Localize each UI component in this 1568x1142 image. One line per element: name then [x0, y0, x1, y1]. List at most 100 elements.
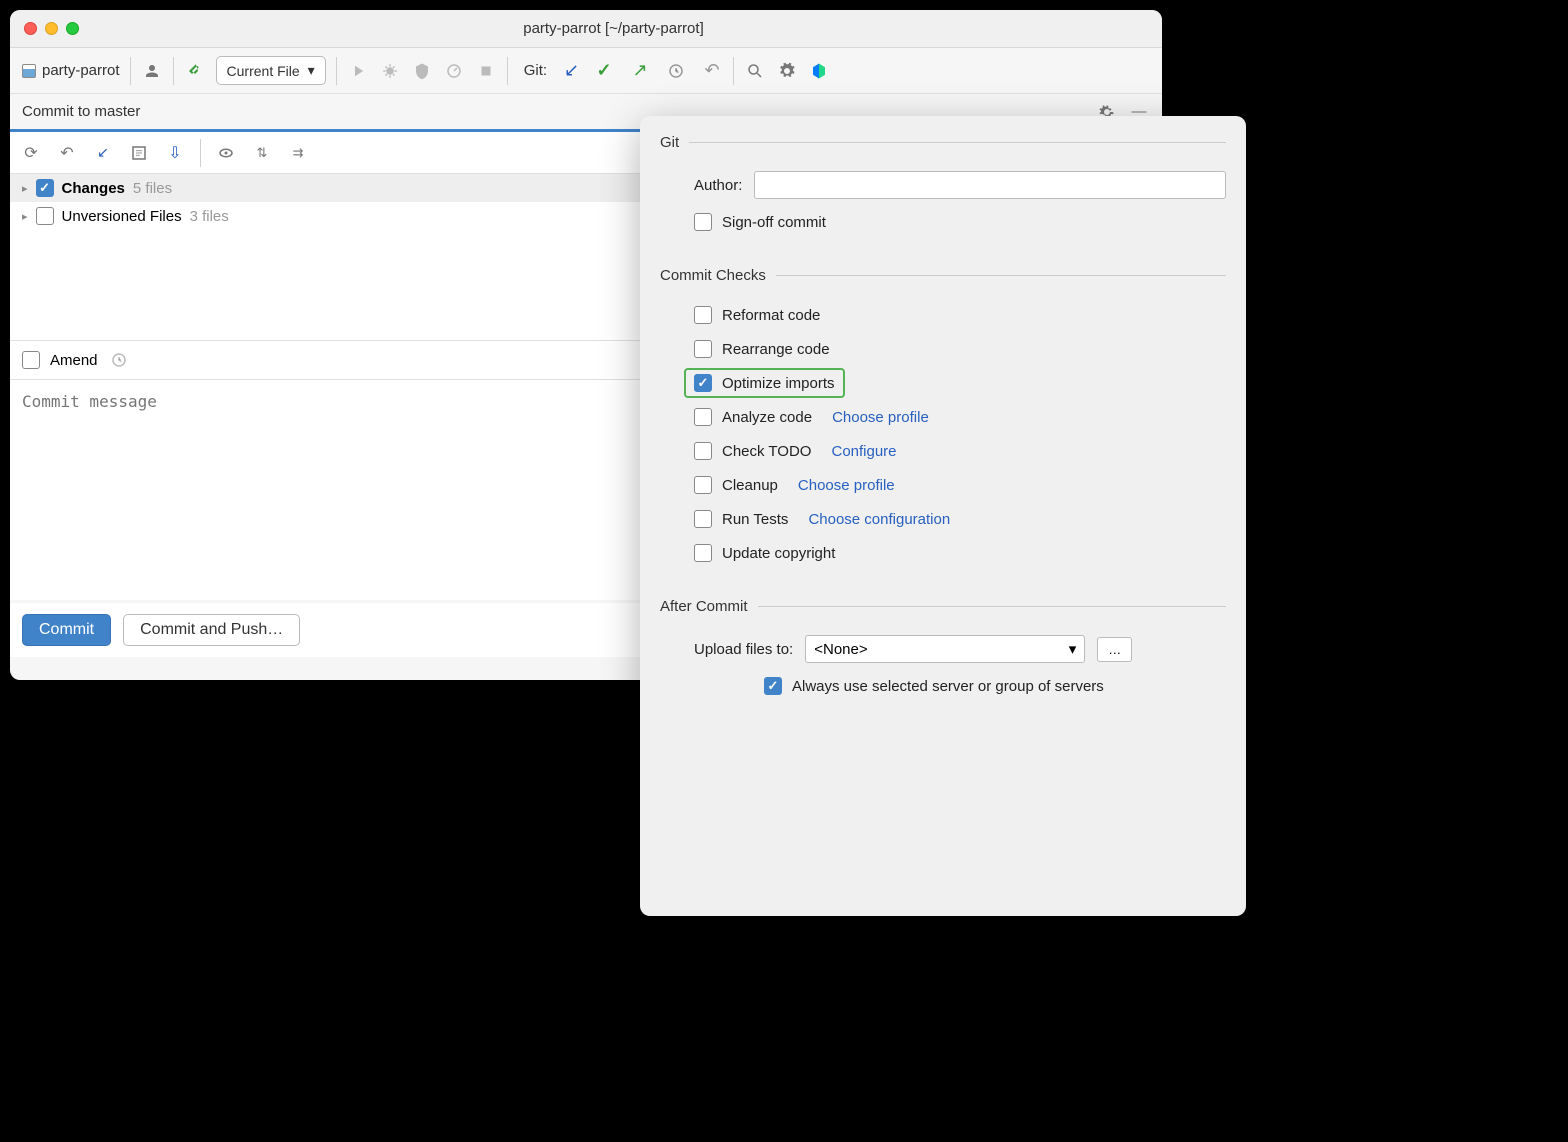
browse-button[interactable]: … [1097, 637, 1132, 662]
expand-icon[interactable]: ⇅ [251, 142, 273, 164]
checks-section-title: Commit Checks [660, 267, 766, 284]
git-section-header: Git [660, 134, 1226, 151]
todo-label: Check TODO [722, 443, 811, 460]
project-selector[interactable]: party-parrot [22, 62, 120, 79]
commit-panel-title: Commit to master [22, 103, 140, 120]
expand-icon[interactable]: ▸ [22, 182, 28, 195]
minimize-window-button[interactable] [45, 22, 58, 35]
copyright-label: Update copyright [722, 545, 835, 562]
copyright-checkbox[interactable] [694, 544, 712, 562]
window-title: party-parrot [~/party-parrot] [79, 20, 1148, 37]
optimize-label: Optimize imports [722, 375, 835, 392]
git-commit-icon[interactable]: ✓ [593, 60, 615, 82]
titlebar: party-parrot [~/party-parrot] [10, 10, 1162, 48]
after-section-title: After Commit [660, 598, 748, 615]
stop-button[interactable] [475, 60, 497, 82]
upload-select[interactable]: <None> ▾ [805, 635, 1085, 663]
diff-icon[interactable]: ↙ [92, 142, 114, 164]
always-use-checkbox[interactable] [764, 677, 782, 695]
profile-icon[interactable] [443, 60, 465, 82]
cleanup-link[interactable]: Choose profile [798, 477, 895, 494]
window-controls [24, 22, 79, 35]
commit-options-popup: Git Author: Sign-off commit Commit Check… [640, 116, 1246, 916]
unversioned-label: Unversioned Files [62, 208, 182, 225]
analyze-label: Analyze code [722, 409, 812, 426]
settings-icon[interactable] [776, 60, 798, 82]
expand-icon[interactable]: ▸ [22, 210, 28, 223]
rearrange-label: Rearrange code [722, 341, 830, 358]
todo-link[interactable]: Configure [831, 443, 896, 460]
preview-icon[interactable] [215, 142, 237, 164]
search-icon[interactable] [744, 60, 766, 82]
changelist-icon[interactable] [128, 142, 150, 164]
project-name: party-parrot [42, 62, 120, 79]
commit-button[interactable]: Commit [22, 614, 111, 646]
checks-section-header: Commit Checks [660, 267, 1226, 284]
upload-value: <None> [814, 641, 867, 658]
signoff-label: Sign-off commit [722, 214, 826, 231]
changes-count: 5 files [133, 180, 172, 197]
run-button[interactable] [347, 60, 369, 82]
changes-checkbox[interactable] [36, 179, 54, 197]
analyze-checkbox[interactable] [694, 408, 712, 426]
amend-label: Amend [50, 352, 98, 369]
signoff-checkbox[interactable] [694, 213, 712, 231]
runtests-checkbox[interactable] [694, 510, 712, 528]
separator [336, 57, 337, 85]
changes-label: Changes [62, 180, 125, 197]
runtests-link[interactable]: Choose configuration [808, 511, 950, 528]
cleanup-label: Cleanup [722, 477, 778, 494]
run-config-selector[interactable]: Current File ▾ [216, 56, 326, 85]
unversioned-count: 3 files [190, 208, 229, 225]
separator [173, 57, 174, 85]
amend-checkbox[interactable] [22, 351, 40, 369]
always-use-label: Always use selected server or group of s… [792, 678, 1104, 695]
separator [733, 57, 734, 85]
optimize-highlight: Optimize imports [684, 368, 845, 398]
todo-checkbox[interactable] [694, 442, 712, 460]
reformat-label: Reformat code [722, 307, 820, 324]
git-label: Git: [524, 62, 547, 79]
commit-and-push-button[interactable]: Commit and Push… [123, 614, 300, 646]
group-icon[interactable]: ⇉ [287, 142, 309, 164]
git-actions: ↙ ✓ ↗ ↶ [557, 60, 723, 82]
upload-label: Upload files to: [694, 641, 793, 658]
build-icon[interactable] [184, 60, 206, 82]
separator [130, 57, 131, 85]
optimize-checkbox[interactable] [694, 374, 712, 392]
author-row: Author: [660, 165, 1226, 205]
runtests-label: Run Tests [722, 511, 788, 528]
analyze-link[interactable]: Choose profile [832, 409, 929, 426]
separator [200, 139, 201, 167]
chevron-down-icon: ▾ [1069, 640, 1077, 658]
git-update-icon[interactable]: ↙ [557, 60, 579, 82]
refresh-icon[interactable]: ⟳ [20, 142, 42, 164]
signoff-row: Sign-off commit [660, 205, 1226, 239]
after-section-header: After Commit [660, 598, 1226, 615]
git-history-icon[interactable] [665, 60, 687, 82]
history-icon[interactable] [108, 349, 130, 371]
reformat-checkbox[interactable] [694, 306, 712, 324]
coverage-icon[interactable] [411, 60, 433, 82]
upload-row: Upload files to: <None> ▾ … [660, 629, 1226, 669]
close-window-button[interactable] [24, 22, 37, 35]
git-section-title: Git [660, 134, 679, 151]
unversioned-checkbox[interactable] [36, 207, 54, 225]
cleanup-checkbox[interactable] [694, 476, 712, 494]
project-icon [22, 64, 36, 78]
debug-button[interactable] [379, 60, 401, 82]
product-icon[interactable] [808, 60, 830, 82]
shelf-icon[interactable]: ⇩ [164, 142, 186, 164]
chevron-down-icon: ▾ [308, 62, 315, 79]
git-rollback-icon[interactable]: ↶ [701, 60, 723, 82]
separator [507, 57, 508, 85]
rollback-icon[interactable]: ↶ [56, 142, 78, 164]
zoom-window-button[interactable] [66, 22, 79, 35]
git-push-icon[interactable]: ↗ [629, 60, 651, 82]
run-config-label: Current File [227, 63, 300, 79]
rearrange-checkbox[interactable] [694, 340, 712, 358]
user-icon[interactable] [141, 60, 163, 82]
author-label: Author: [694, 177, 742, 194]
author-input[interactable] [754, 171, 1226, 199]
main-toolbar: party-parrot Current File ▾ Git: ↙ ✓ ↗ ↶ [10, 48, 1162, 94]
